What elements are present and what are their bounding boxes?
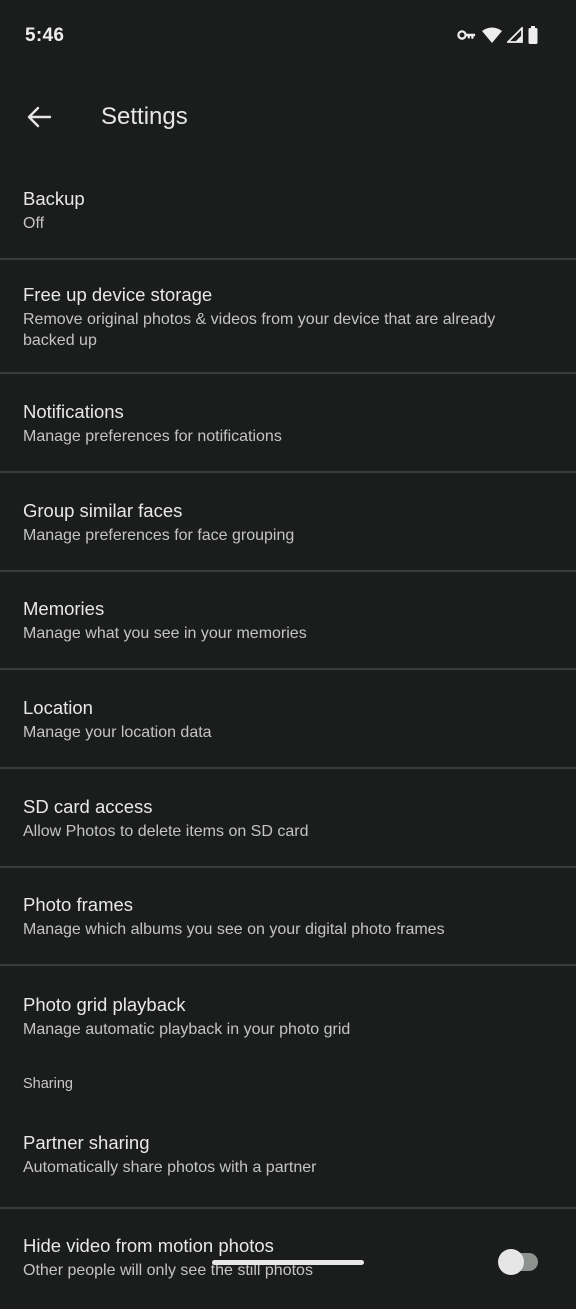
battery-icon: [528, 26, 538, 44]
status-bar: 5:46: [0, 0, 576, 72]
setting-memories[interactable]: Memories Manage what you see in your mem…: [0, 572, 576, 670]
wifi-icon: [482, 27, 502, 43]
setting-photo-frames[interactable]: Photo frames Manage which albums you see…: [0, 868, 576, 966]
setting-subtitle: Remove original photos & videos from you…: [23, 310, 496, 349]
setting-title: Notifications: [23, 400, 124, 422]
setting-title: Photo frames: [23, 894, 134, 915]
setting-backup[interactable]: Backup Off: [0, 162, 576, 260]
back-button[interactable]: [22, 100, 56, 134]
setting-title: Location: [23, 696, 93, 718]
setting-subtitle: Manage preferences for notifications: [23, 427, 282, 445]
setting-subtitle: Manage preferences for face grouping: [23, 526, 295, 544]
setting-subtitle: Manage automatic playback in your photo …: [23, 1021, 351, 1038]
setting-subtitle: Automatically share photos with a partne…: [23, 1159, 317, 1176]
setting-subtitle: Manage your location data: [23, 723, 212, 741]
setting-subtitle: Manage which albums you see on your digi…: [23, 921, 445, 938]
gesture-nav-handle[interactable]: [212, 1260, 364, 1265]
setting-free-up-storage[interactable]: Free up device storage Remove original p…: [0, 260, 576, 374]
vpn-key-icon: [457, 30, 476, 40]
hide-motion-video-toggle[interactable]: [498, 1249, 538, 1275]
setting-subtitle: Manage what you see in your memories: [23, 625, 307, 642]
section-header-sharing: Sharing: [23, 1075, 73, 1092]
page-title: Settings: [101, 103, 188, 130]
setting-sd-card[interactable]: SD card access Allow Photos to delete it…: [0, 769, 576, 868]
app-bar: Settings: [0, 72, 576, 162]
setting-title: SD card access: [23, 795, 153, 817]
setting-title: Photo grid playback: [23, 994, 186, 1015]
setting-title: Free up device storage: [23, 283, 213, 305]
setting-title: Memories: [23, 598, 105, 619]
setting-subtitle: Off: [23, 215, 45, 232]
setting-subtitle: Allow Photos to delete items on SD card: [23, 822, 309, 840]
toggle-thumb: [498, 1249, 524, 1275]
setting-title: Hide video from motion photos: [23, 1235, 274, 1256]
status-time: 5:46: [25, 25, 65, 46]
setting-title: Partner sharing: [23, 1132, 150, 1153]
setting-location[interactable]: Location Manage your location data: [0, 670, 576, 769]
status-icons: [457, 26, 538, 44]
setting-notifications[interactable]: Notifications Manage preferences for not…: [0, 374, 576, 473]
setting-hide-motion-video[interactable]: Hide video from motion photos Other peop…: [0, 1209, 576, 1309]
setting-title: Backup: [23, 188, 85, 209]
signal-icon: [507, 27, 523, 43]
setting-partner-sharing[interactable]: Partner sharing Automatically share phot…: [0, 1101, 576, 1209]
settings-list: Backup Off Free up device storage Remove…: [0, 162, 576, 1309]
setting-photo-grid-playback[interactable]: Photo grid playback Manage automatic pla…: [0, 966, 576, 1066]
setting-title: Group similar faces: [23, 499, 183, 521]
setting-group-faces[interactable]: Group similar faces Manage preferences f…: [0, 473, 576, 572]
arrow-back-icon: [27, 106, 52, 128]
